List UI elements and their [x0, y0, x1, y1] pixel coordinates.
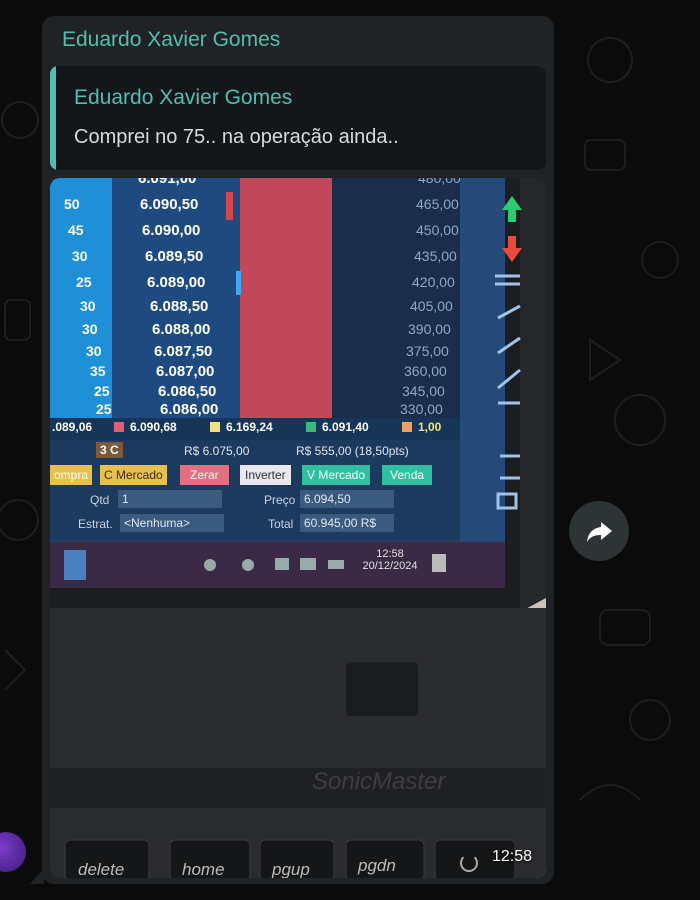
order-book-row: 30 6.088,50 405,00: [50, 298, 460, 320]
total-label: Total: [268, 517, 294, 531]
row-right: 390,00: [408, 321, 451, 337]
order-book: 6.091,00 480,00 50 6.090,50 465,00 45 6.…: [50, 178, 460, 418]
strategy-select[interactable]: <Nenhuma>: [120, 514, 224, 532]
row-price: 6.091,00: [138, 178, 197, 187]
row-qty: 25: [96, 401, 112, 417]
quoted-text: Comprei no 75.. na operação ainda..: [74, 126, 399, 148]
total-input[interactable]: 60.945,00 R$: [300, 514, 394, 532]
keyboard-key: delete: [78, 860, 125, 878]
order-book-row: 30 6.087,50 375,00: [50, 343, 460, 365]
keyboard-key: home: [182, 860, 225, 878]
row-right: 405,00: [410, 298, 453, 314]
position-summary: 3 C R$ 6.075,00 R$ 555,00 (18,50pts): [50, 442, 460, 462]
taskbar-time: 12:58: [376, 548, 404, 560]
position-pnl: R$ 555,00 (18,50pts): [296, 444, 409, 458]
stat-value: 6.090,68: [130, 420, 177, 434]
stat-value: 1,00: [418, 420, 442, 434]
order-book-row: 35 6.087,00 360,00: [50, 363, 460, 385]
order-book-row: 6.091,00 480,00: [50, 178, 460, 192]
row-qty: 50: [64, 196, 80, 212]
row-right: 360,00: [404, 363, 447, 379]
row-right: 420,00: [412, 274, 455, 290]
quoted-message[interactable]: Eduardo Xavier Gomes Comprei no 75.. na …: [50, 66, 546, 170]
stat-value: .089,06: [52, 420, 93, 434]
qty-input[interactable]: 1: [118, 490, 222, 508]
order-book-row: 25 6.089,00 420,00: [50, 274, 460, 296]
sell-market-button[interactable]: V Mercado: [302, 465, 371, 485]
order-book-row: 45 6.090,00 450,00: [50, 222, 460, 244]
position-lots: 3 C: [96, 442, 123, 458]
forward-icon: [587, 522, 612, 542]
buy-market-button[interactable]: C Mercado: [100, 465, 167, 485]
stats-strip: .089,06 6.090,68 6.169,24 6.091,40 1,00: [50, 420, 460, 438]
stat-value: 6.091,40: [322, 420, 369, 434]
row-right: 375,00: [406, 343, 449, 359]
row-price: 6.086,50: [158, 383, 217, 400]
row-right: 435,00: [414, 248, 457, 264]
row-price: 6.088,50: [150, 298, 209, 315]
forward-button[interactable]: [569, 501, 629, 561]
row-price: 6.089,00: [147, 274, 206, 291]
row-qty: 30: [82, 321, 98, 337]
message-photo[interactable]: 6.091,00 480,00 50 6.090,50 465,00 45 6.…: [50, 178, 546, 878]
stat-swatch: [114, 422, 124, 432]
order-book-row: 30 6.088,00 390,00: [50, 321, 460, 343]
message-sender-name[interactable]: Eduardo Xavier Gomes: [62, 28, 280, 52]
taskbar-clock: 12:58 20/12/2024: [350, 548, 430, 580]
message-time: 12:58: [491, 848, 532, 865]
row-right: 465,00: [416, 196, 459, 212]
stat-swatch: [402, 422, 412, 432]
position-avg: R$ 6.075,00: [184, 444, 250, 458]
qty-label: Qtd: [90, 493, 110, 507]
stat-value: 6.169,24: [226, 420, 273, 434]
row-price: 6.090,50: [140, 196, 199, 213]
row-qty: 35: [90, 363, 106, 379]
quote-accent-bar: [50, 66, 56, 170]
row-qty: 30: [80, 298, 96, 314]
row-right: 345,00: [402, 383, 445, 399]
row-qty: 30: [86, 343, 102, 359]
row-price: 6.086,00: [160, 401, 219, 418]
row-price: 6.087,00: [156, 363, 215, 380]
order-buttons: ompra C Mercado Zerar Inverter V Mercado…: [50, 465, 460, 487]
row-qty: 45: [68, 222, 84, 238]
order-book-row: 30 6.089,50 435,00: [50, 248, 460, 270]
order-book-row: 50 6.090,50 465,00: [50, 196, 460, 218]
stat-swatch: [306, 422, 316, 432]
keyboard-key: pgup: [272, 860, 310, 878]
row-price: 6.090,00: [142, 222, 201, 239]
row-right: 330,00: [400, 401, 443, 417]
buy-button[interactable]: ompra: [50, 465, 93, 485]
row-price: 6.089,50: [145, 248, 204, 265]
row-price: 6.088,00: [152, 321, 211, 338]
row-qty: 30: [72, 248, 88, 264]
quoted-sender-name: Eduardo Xavier Gomes: [74, 86, 293, 109]
row-qty: 25: [76, 274, 92, 290]
row-right: 480,00: [418, 178, 460, 186]
price-label: Preço: [264, 493, 296, 507]
laptop-brand: SonicMaster: [312, 768, 446, 795]
sell-button[interactable]: Venda: [382, 465, 433, 485]
row-qty: 25: [94, 383, 110, 399]
order-form: Qtd 1 Preço 6.094,50 Estrat. <Nenhuma> T…: [50, 490, 460, 538]
order-book-row: 25 6.086,00 330,00: [50, 401, 460, 418]
row-right: 450,00: [416, 222, 459, 238]
strategy-label: Estrat.: [78, 517, 113, 531]
bubble-tail: [30, 868, 44, 884]
taskbar-date: 20/12/2024: [362, 560, 418, 572]
row-price: 6.087,50: [154, 343, 213, 360]
keyboard-key: pgdn: [358, 856, 396, 875]
reverse-button[interactable]: Inverter: [240, 465, 291, 485]
price-input[interactable]: 6.094,50: [300, 490, 394, 508]
power-icon: [460, 854, 478, 872]
close-position-button[interactable]: Zerar: [180, 465, 229, 485]
message-bubble: Eduardo Xavier Gomes Eduardo Xavier Gome…: [42, 16, 554, 884]
stat-swatch: [210, 422, 220, 432]
